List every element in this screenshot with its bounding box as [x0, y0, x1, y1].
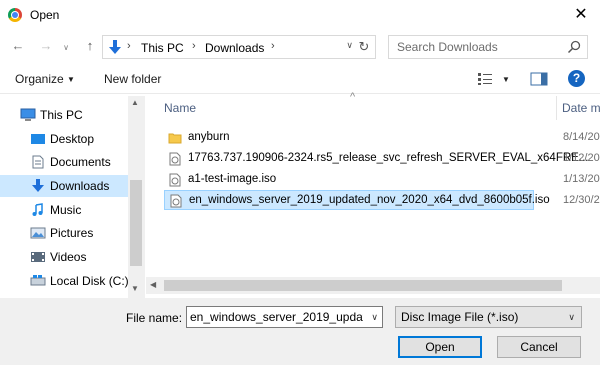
sidebar-item-label: Videos: [50, 250, 87, 264]
open-button[interactable]: Open: [398, 336, 482, 358]
sidebar-item-pictures[interactable]: Pictures: [0, 222, 128, 244]
file-date: 12/30/2: [563, 194, 600, 206]
file-name-label: File name:: [126, 311, 183, 325]
refresh-button[interactable]: ↻: [356, 38, 372, 56]
sidebar-item-documents[interactable]: Documents: [0, 151, 128, 173]
search-icon[interactable]: [567, 40, 581, 54]
address-bar[interactable]: › This PC › Downloads › ∨ ↻: [102, 35, 376, 59]
file-date: 1/12/20: [563, 152, 600, 164]
help-icon[interactable]: ?: [568, 70, 585, 87]
scroll-down-icon[interactable]: ▼: [131, 284, 139, 293]
chrome-icon: [8, 8, 22, 22]
scroll-up-icon[interactable]: ▲: [131, 98, 139, 107]
file-type-value: Disc Image File (*.iso): [401, 310, 519, 324]
navigation-bar: ← → ∨ ↑ › This PC › Downloads › ∨ ↻: [0, 33, 600, 61]
videos-icon: [31, 252, 45, 262]
pictures-icon: [30, 227, 46, 239]
sidebar-item-label: Documents: [50, 155, 111, 169]
file-row-en-windows-server[interactable]: en_windows_server_2019_updated_nov_2020_…: [164, 190, 550, 210]
file-list: ^ Name Date m anyburn 8/14/20 17763.737.…: [146, 91, 600, 298]
horizontal-scrollbar-thumb[interactable]: [164, 280, 562, 291]
navigation-pane: This PC Desktop Documents Downloads Musi…: [0, 96, 145, 298]
up-button[interactable]: ↑: [82, 37, 98, 55]
preview-pane-icon[interactable]: [530, 72, 548, 86]
sidebar-item-local-disk[interactable]: Local Disk (C:): [0, 270, 129, 292]
sort-ascending-icon: ^: [350, 91, 356, 103]
downloads-icon: [32, 179, 44, 192]
file-row-a1-test-image[interactable]: a1-test-image.iso: [164, 170, 534, 190]
title-bar: Open ✕: [0, 0, 600, 30]
sidebar-item-music[interactable]: Music: [0, 199, 128, 221]
back-button[interactable]: ←: [10, 37, 26, 55]
sidebar-item-desktop[interactable]: Desktop: [0, 128, 128, 150]
iso-file-icon: [170, 194, 182, 208]
file-name: a1-test-image.iso: [188, 173, 277, 185]
chevron-down-icon[interactable]: ∨: [568, 312, 575, 323]
sidebar-item-this-pc[interactable]: This PC: [0, 104, 128, 126]
forward-button[interactable]: →: [38, 37, 54, 55]
window-title: Open: [30, 8, 60, 22]
chevron-down-icon[interactable]: ∨: [371, 312, 378, 323]
breadcrumb-separator: ›: [271, 40, 275, 52]
file-date: 8/14/20: [563, 131, 600, 143]
breadcrumb-separator: ›: [192, 40, 196, 52]
organize-button[interactable]: Organize: [15, 72, 64, 86]
command-toolbar: Organize ▼ New folder ▼ ?: [0, 64, 600, 94]
search-input[interactable]: [389, 36, 559, 58]
sidebar-item-label: Pictures: [50, 226, 94, 240]
documents-icon: [32, 155, 44, 169]
address-dropdown[interactable]: ∨: [346, 40, 353, 51]
cancel-button[interactable]: Cancel: [497, 336, 581, 358]
breadcrumb-separator: ›: [127, 40, 131, 52]
file-date: 1/13/20: [563, 173, 600, 185]
column-header-name[interactable]: Name: [164, 101, 196, 115]
column-header-date[interactable]: Date m: [562, 101, 600, 115]
file-type-select[interactable]: Disc Image File (*.iso) ∨: [395, 306, 582, 328]
sidebar-item-downloads[interactable]: Downloads: [0, 175, 128, 197]
file-name-combobox[interactable]: ∨: [186, 306, 383, 328]
sidebar-item-label: Desktop: [50, 132, 95, 146]
file-name: anyburn: [188, 131, 230, 143]
computer-icon: [20, 108, 36, 121]
sidebar-scrollbar-thumb[interactable]: [130, 180, 142, 266]
scroll-left-icon[interactable]: ◀: [150, 280, 156, 289]
file-name: 17763.737.190906-2324.rs5_release_svc_re…: [188, 152, 589, 164]
music-icon: [32, 203, 43, 216]
file-row-anyburn[interactable]: anyburn: [164, 128, 534, 148]
folder-icon: [168, 133, 182, 144]
downloads-arrow-icon: [109, 40, 121, 54]
sidebar-item-label: Music: [50, 203, 82, 217]
sidebar-item-label: Local Disk (C:): [50, 274, 129, 288]
organize-dropdown-icon[interactable]: ▼: [67, 75, 75, 84]
sidebar-item-label: This PC: [40, 108, 83, 122]
search-box[interactable]: [388, 35, 588, 59]
close-button[interactable]: ✕: [570, 5, 592, 25]
view-options-dropdown[interactable]: ▼: [502, 75, 510, 84]
iso-file-icon: [169, 173, 181, 187]
new-folder-button[interactable]: New folder: [104, 72, 161, 86]
dialog-footer: File name: ∨ Disc Image File (*.iso) ∨ O…: [0, 298, 600, 365]
breadcrumb-downloads[interactable]: Downloads: [205, 41, 264, 55]
file-row-17763[interactable]: 17763.737.190906-2324.rs5_release_svc_re…: [164, 149, 588, 169]
column-header-row: ^ Name Date m: [146, 91, 600, 120]
recent-locations-dropdown[interactable]: ∨: [58, 39, 74, 57]
sidebar-item-label: Downloads: [50, 179, 110, 193]
disk-icon: [30, 275, 46, 286]
breadcrumb-this-pc[interactable]: This PC: [141, 41, 184, 55]
desktop-icon: [31, 134, 45, 144]
view-options-icon[interactable]: [477, 72, 493, 86]
sidebar-item-videos[interactable]: Videos: [0, 246, 128, 268]
file-name-input[interactable]: [187, 307, 363, 327]
iso-file-icon: [169, 152, 181, 166]
column-divider[interactable]: [556, 96, 557, 120]
file-name: en_windows_server_2019_updated_nov_2020_…: [189, 194, 550, 206]
